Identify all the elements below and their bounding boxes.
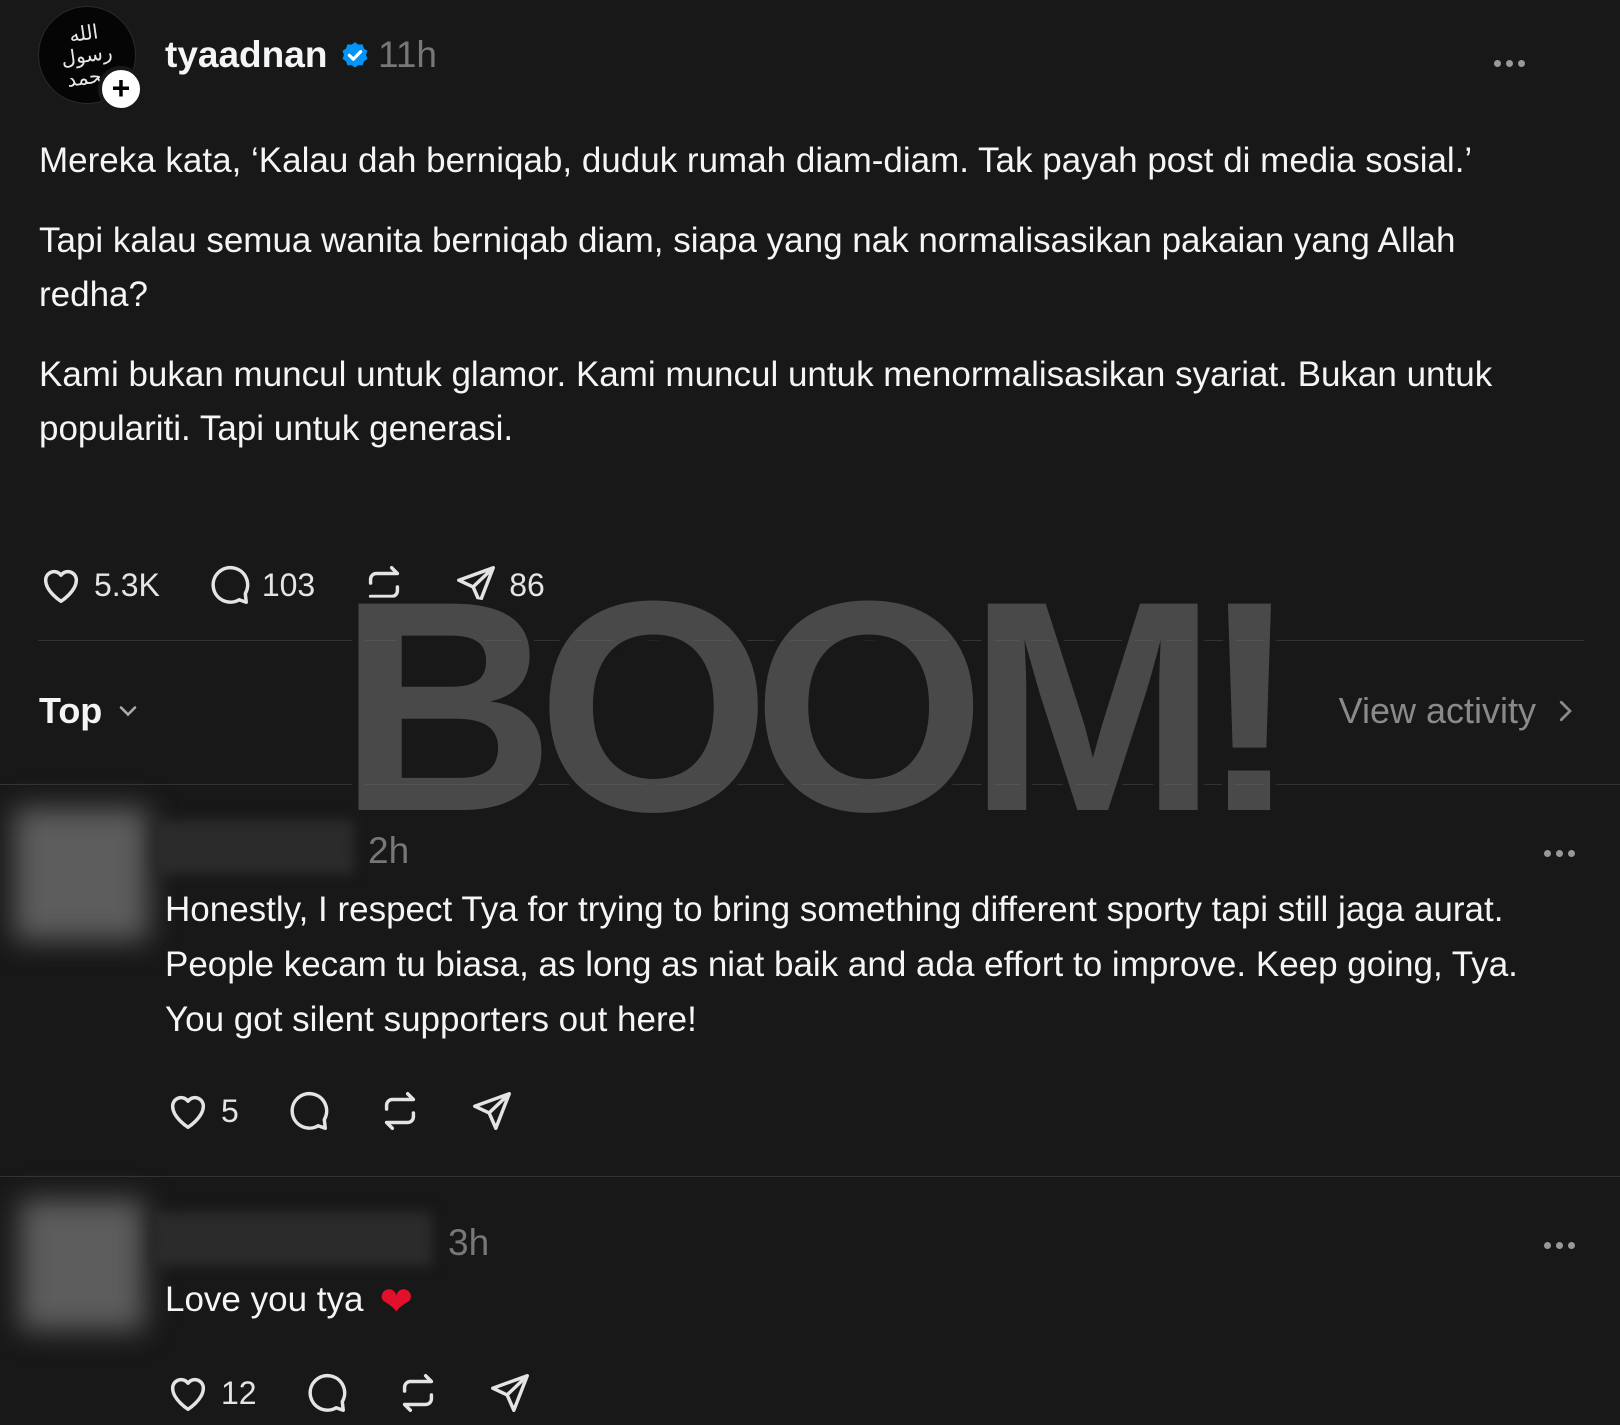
repost-icon xyxy=(369,566,400,604)
like-button[interactable]: 5.3K xyxy=(38,562,160,608)
reply-count: 103 xyxy=(261,566,316,603)
verified-badge-icon xyxy=(342,42,368,68)
like-count: 12 xyxy=(221,1374,257,1411)
like-button[interactable]: 5 xyxy=(165,1088,239,1134)
reply-button[interactable]: 103 xyxy=(206,562,315,608)
divider xyxy=(0,784,1620,785)
post-paragraph: Tapi kalau semua wanita berniqab diam, s… xyxy=(39,221,1456,314)
more-horizontal-icon[interactable] xyxy=(1544,844,1584,857)
username-redacted xyxy=(152,1212,432,1266)
reply-button[interactable] xyxy=(285,1088,331,1134)
post-actions: 5.3K 103 86 xyxy=(38,562,591,608)
boom-watermark-logo: BOOM! xyxy=(332,572,1305,842)
divider xyxy=(38,640,1584,641)
reply-timestamp: 2h xyxy=(368,830,410,871)
view-activity-link[interactable]: View activity xyxy=(1339,690,1580,732)
avatar[interactable] xyxy=(20,1200,144,1330)
follow-plus-icon[interactable]: + xyxy=(98,66,144,112)
repost-button[interactable] xyxy=(377,1088,423,1134)
sort-dropdown[interactable]: Top xyxy=(39,690,142,732)
chevron-down-icon xyxy=(120,706,137,717)
heart-icon xyxy=(43,569,79,604)
post-body: Mereka kata, ‘Kalau dah berniqab, duduk … xyxy=(39,134,1529,482)
comment-bubble-icon xyxy=(211,565,250,604)
watermark-text: BOOM! xyxy=(338,572,1281,842)
share-button[interactable] xyxy=(487,1370,533,1416)
chevron-right-icon xyxy=(1559,700,1572,722)
author-username[interactable]: tyaadnan xyxy=(165,34,327,76)
sort-label: Top xyxy=(39,690,103,731)
share-button[interactable]: 86 xyxy=(453,562,545,608)
heart-icon xyxy=(170,1095,206,1130)
comment-bubble-icon xyxy=(290,1091,329,1130)
like-count: 5.3K xyxy=(94,566,160,603)
username-redacted xyxy=(154,820,354,874)
post-paragraph: Mereka kata, ‘Kalau dah berniqab, duduk … xyxy=(39,141,1473,180)
more-horizontal-icon[interactable] xyxy=(1544,1236,1584,1249)
comment-bubble-icon xyxy=(308,1373,346,1412)
more-horizontal-icon[interactable] xyxy=(1494,54,1534,67)
repost-icon xyxy=(384,1092,415,1130)
reply-text: Love you tya xyxy=(165,1280,364,1319)
like-button[interactable]: 12 xyxy=(165,1370,257,1416)
reply-actions: 12 xyxy=(165,1370,579,1416)
repost-button[interactable] xyxy=(395,1370,441,1416)
send-icon xyxy=(490,1374,529,1412)
post-timestamp: 11h xyxy=(378,34,437,75)
share-button[interactable] xyxy=(469,1088,515,1134)
send-icon xyxy=(472,1092,511,1130)
heart-icon xyxy=(170,1377,206,1412)
post-paragraph: Kami bukan muncul untuk glamor. Kami mun… xyxy=(39,355,1493,448)
view-activity-label: View activity xyxy=(1338,690,1536,731)
reply-button[interactable] xyxy=(303,1370,349,1416)
repost-icon xyxy=(402,1374,433,1412)
reply-body: Love you tya ❤ xyxy=(165,1272,1585,1330)
like-count: 5 xyxy=(221,1092,239,1129)
repost-button[interactable] xyxy=(361,562,407,608)
red-heart-emoji-icon: ❤ xyxy=(379,1280,413,1324)
avatar[interactable] xyxy=(14,808,148,940)
share-count: 86 xyxy=(509,566,545,603)
reply-timestamp: 3h xyxy=(448,1222,490,1263)
reply-actions: 5 xyxy=(165,1088,561,1134)
reply-body: Honestly, I respect Tya for trying to br… xyxy=(165,890,1518,1039)
send-icon xyxy=(457,566,496,604)
divider xyxy=(0,1176,1620,1177)
